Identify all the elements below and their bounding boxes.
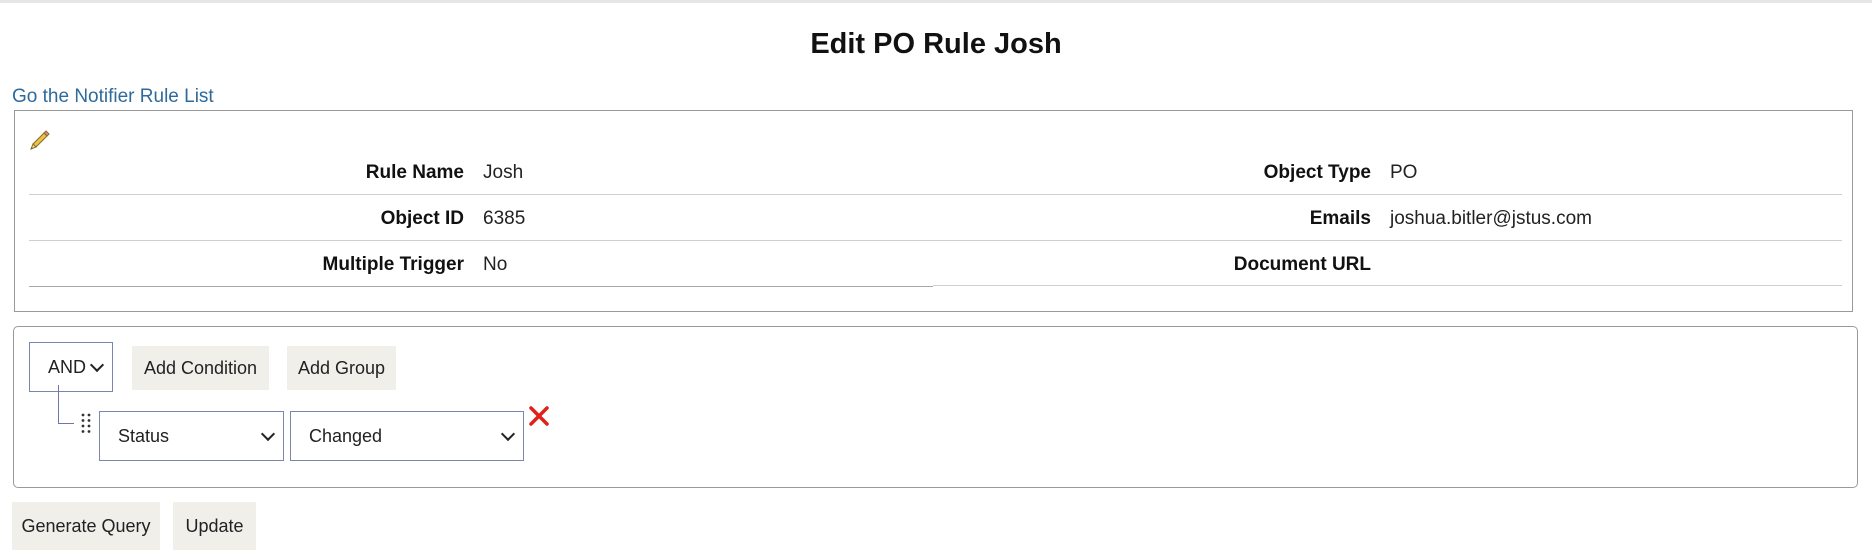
notifier-rule-list-link[interactable]: Go the Notifier Rule List	[12, 86, 214, 108]
row-divider	[29, 240, 933, 241]
chevron-down-icon	[500, 426, 516, 442]
rule-tree-connector	[58, 385, 59, 423]
page-title: Edit PO Rule Josh	[810, 28, 1062, 60]
combinator-select-value: AND	[48, 357, 87, 377]
chevron-down-icon	[260, 426, 276, 442]
emails-label: Emails	[1309, 208, 1371, 229]
query-builder: AND Add Condition Add Group Status Chang…	[13, 326, 1858, 488]
detail-row: Object ID 6385 Emails joshua.bitler@jstu…	[29, 196, 1842, 241]
update-button[interactable]: Update	[173, 502, 256, 550]
object-id-label: Object ID	[380, 208, 464, 229]
row-divider	[29, 194, 933, 195]
add-condition-button[interactable]: Add Condition	[132, 346, 269, 390]
multiple-trigger-label: Multiple Trigger	[322, 254, 464, 275]
field-select-value: Status	[118, 426, 170, 446]
top-border	[0, 0, 1872, 3]
rule-tree-connector	[58, 423, 74, 424]
field-select[interactable]: Status	[99, 411, 284, 461]
pencil-icon[interactable]	[29, 129, 51, 151]
row-divider	[933, 194, 1842, 195]
combinator-select[interactable]: AND	[29, 342, 113, 392]
operator-select-value: Changed	[309, 426, 383, 446]
object-type-value: PO	[1390, 162, 1418, 183]
operator-select[interactable]: Changed	[290, 411, 524, 461]
object-id-value: 6385	[483, 208, 526, 229]
generate-query-button[interactable]: Generate Query	[12, 502, 160, 550]
rule-name-value: Josh	[483, 162, 524, 183]
multiple-trigger-value: No	[483, 254, 508, 275]
close-icon[interactable]	[528, 405, 550, 427]
row-divider	[933, 285, 1842, 286]
rule-details-panel: Rule Name Josh Object Type PO Object ID …	[14, 110, 1853, 312]
add-group-button[interactable]: Add Group	[287, 346, 396, 390]
emails-value: joshua.bitler@jstus.com	[1390, 208, 1592, 229]
row-divider	[933, 240, 1842, 241]
document-url-label: Document URL	[1233, 254, 1371, 275]
row-divider	[29, 286, 933, 287]
chevron-down-icon	[89, 357, 105, 373]
detail-row: Rule Name Josh Object Type PO	[29, 150, 1842, 195]
drag-handle-icon[interactable]	[80, 412, 92, 434]
object-type-label: Object Type	[1263, 162, 1371, 183]
rule-name-label: Rule Name	[365, 162, 464, 183]
detail-row: Multiple Trigger No Document URL	[29, 242, 1842, 287]
